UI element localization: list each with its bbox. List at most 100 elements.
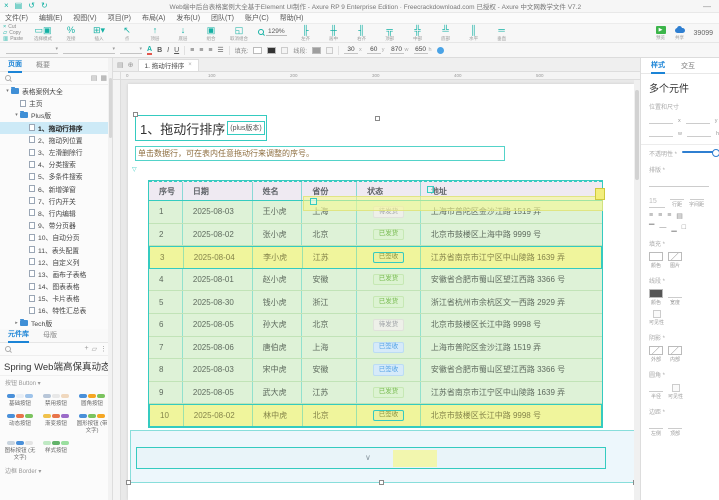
vertical-align-bottom-icon[interactable]: ▁ (671, 224, 676, 232)
library-title[interactable]: Spring Web端高保真动态交 (0, 356, 112, 376)
italic-button[interactable]: I (167, 47, 169, 54)
table-row[interactable]: 6 2025-08-05 孙大虎 北京 待发货 北京市鼓楼区长江中路 9998 号 (149, 313, 602, 337)
distribute-h-button[interactable]: ║ 水平 (465, 25, 483, 42)
add-page-icon[interactable]: ▤ (91, 74, 98, 82)
x-field[interactable]: 30 x (344, 46, 362, 54)
tree-page-6、新增弹窗[interactable]: 6、新增弹窗 (0, 183, 112, 195)
paste-button[interactable]: ▥ Paste (3, 36, 34, 42)
menu-文件[interactable]: 文件(F) (5, 13, 28, 23)
tree-page-5、多条件搜索[interactable]: 5、多条件搜索 (0, 170, 112, 182)
canvas-tab-active[interactable]: 1. 拖动行排序 × (137, 58, 199, 71)
library-section-button[interactable]: 按钮 Button ▾ (0, 376, 112, 389)
ungroup-button[interactable]: ◱ 取消组合 (230, 25, 248, 42)
zoom-level[interactable]: 129% (266, 28, 287, 36)
opacity-slider[interactable] (682, 149, 719, 157)
tree-page-10、自动分页[interactable]: 10、自动分页 (0, 231, 112, 243)
column-header-序号[interactable]: 序号 (149, 182, 183, 200)
text-align-center-icon[interactable]: ≡ (658, 212, 662, 220)
design-canvas[interactable]: 1、拖动行排序 (plus版本) 单击数据行，可在表内任意拖动行来调整的序号。 … (121, 80, 634, 500)
w-input[interactable] (649, 128, 673, 137)
menu-账户[interactable]: 账户(C) (245, 13, 269, 23)
tree-page-7、行内开关[interactable]: 7、行内开关 (0, 195, 112, 207)
save-icon[interactable]: ▤ (15, 2, 23, 10)
tree-page-14、图表表格[interactable]: 14、图表表格 (0, 280, 112, 292)
menu-编辑[interactable]: 编辑(E) (39, 13, 62, 23)
tree-page-9、带分页器[interactable]: 9、带分页器 (0, 219, 112, 231)
widget-page-title[interactable]: 1、拖动行排序 (plus版本) (135, 115, 267, 141)
tab-add-icon[interactable]: ⊕ (128, 61, 134, 69)
library-section-border[interactable]: 边框 Border ▾ (0, 464, 112, 477)
line-color-swatch[interactable] (649, 289, 663, 298)
menu-布局[interactable]: 布局(A) (142, 13, 165, 23)
vertical-align-top-icon[interactable]: ▔ (649, 224, 654, 232)
margin-left-input[interactable] (649, 420, 663, 429)
tree-page-11、表头配置[interactable]: 11、表头配置 (0, 243, 112, 255)
line-checkbox[interactable] (326, 46, 334, 54)
library-item-样式按钮[interactable]: 样式按钮 (39, 437, 73, 463)
library-more-icon[interactable]: ⋮ (100, 345, 107, 353)
margin-top-input[interactable] (668, 420, 682, 429)
tab-list-icon[interactable]: ▤ (117, 61, 124, 69)
library-item-圆形按钮 (带文字)[interactable]: 圆形按钮 (带文字) (75, 410, 109, 436)
library-item-圆角按钮[interactable]: 圆角按钮 (75, 390, 109, 410)
align-center-text-icon[interactable]: ≡ (199, 47, 203, 54)
table-row[interactable]: 2 2025-08-02 张小虎 北京 已发货 北京市鼓楼区上海中路 9999 号 (149, 223, 602, 247)
vertical-align-middle-icon[interactable]: — (659, 224, 666, 232)
menu-发布[interactable]: 发布(U) (176, 13, 200, 23)
style-dropdown[interactable] (6, 46, 58, 54)
bring-front-button[interactable]: ↑ 顶层 (146, 25, 164, 42)
align-right-text-icon[interactable]: ≡ (208, 47, 212, 54)
font-color-button[interactable]: A (147, 46, 153, 55)
library-copy-icon[interactable]: ▱ (92, 345, 97, 353)
font-family-input[interactable] (649, 178, 709, 187)
selection-handle[interactable] (126, 480, 131, 485)
x-input[interactable] (649, 115, 673, 124)
radius-visibility-checkbox[interactable] (671, 384, 680, 392)
align-justify-text-icon[interactable]: ☰ (217, 46, 223, 54)
text-align-justify-icon[interactable]: ▤ (676, 212, 683, 220)
tree-page-8、行内编辑[interactable]: 8、行内编辑 (0, 207, 112, 219)
caret-icon[interactable]: ▸ (13, 320, 20, 326)
menu-团队[interactable]: 团队(T) (211, 13, 234, 23)
close-icon[interactable]: × (4, 2, 9, 10)
selection-handle[interactable] (133, 112, 138, 117)
line-color-swatch[interactable] (312, 46, 322, 54)
fill-checkbox[interactable] (281, 46, 289, 54)
tree-page-3、左滑删除行[interactable]: 3、左滑删除行 (0, 146, 112, 158)
library-item-渐变按钮[interactable]: 渐变按钮 (39, 410, 73, 436)
send-back-button[interactable]: ↓ 底层 (174, 25, 192, 42)
add-library-icon[interactable]: + (85, 345, 89, 352)
tab-masters[interactable]: 母版 (43, 328, 57, 342)
caret-icon[interactable]: ▾ (4, 88, 11, 94)
align-left-button[interactable]: ╟ 左齐 (297, 25, 315, 42)
group-button[interactable]: ▣ 组合 (202, 25, 220, 42)
caret-icon[interactable]: ▾ (13, 112, 20, 118)
tab-style[interactable]: 样式 (651, 58, 665, 74)
y-field[interactable]: 60 y (366, 46, 385, 54)
selection-handle[interactable] (379, 480, 384, 485)
text-align-right-icon[interactable]: ≡ (667, 212, 671, 220)
h-field[interactable]: 650 h (413, 46, 432, 54)
tree-page-2、拖动列位置[interactable]: 2、拖动列位置 (0, 134, 112, 146)
column-header-日期[interactable]: 日期 (183, 182, 253, 200)
menu-帮助[interactable]: 帮助(H) (280, 13, 304, 23)
sidebar-scrollbar[interactable] (108, 58, 112, 500)
h-input[interactable] (686, 128, 711, 137)
font-dropdown[interactable] (63, 46, 115, 54)
fill-color-swatch[interactable] (253, 46, 263, 54)
add-folder-icon[interactable]: ▦ (100, 74, 107, 82)
radius-input[interactable] (649, 383, 663, 392)
underline-button[interactable]: U (174, 47, 179, 54)
tree-page-13、画布子表格[interactable]: 13、画布子表格 (0, 268, 112, 280)
redo-icon[interactable]: ↻ (41, 2, 48, 10)
point-button[interactable]: ↖ 点 (118, 25, 136, 42)
tree-page-主页[interactable]: 主页 (0, 97, 112, 109)
tab-close-icon[interactable]: × (188, 62, 192, 68)
fill-image-swatch[interactable] (668, 252, 682, 261)
tab-outline[interactable]: 概要 (36, 58, 50, 72)
tab-interactions[interactable]: 交互 (681, 58, 695, 73)
align-right-button[interactable]: ╢ 右齐 (353, 25, 371, 42)
selection-square[interactable] (427, 186, 434, 193)
widget-subtitle[interactable]: 单击数据行，可在表内任意拖动行来调整的序号。 (135, 146, 505, 161)
align-center-button[interactable]: ╫ 居中 (325, 25, 343, 42)
